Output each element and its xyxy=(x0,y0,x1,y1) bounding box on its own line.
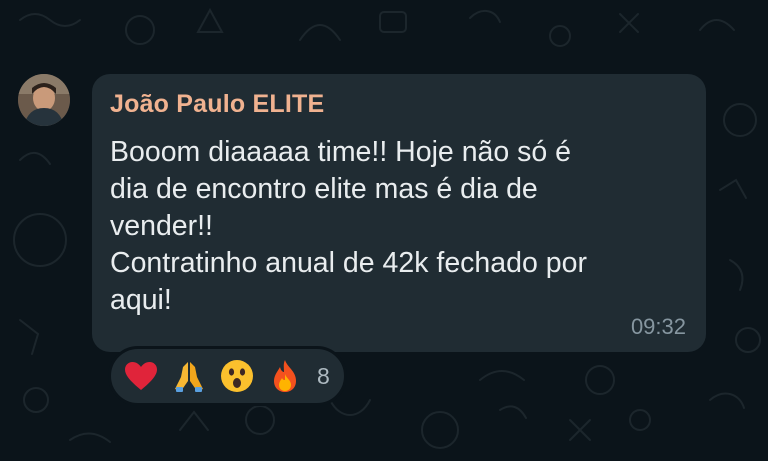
sender-name[interactable]: João Paulo ELITE xyxy=(110,88,686,120)
reaction-count: 8 xyxy=(317,362,330,389)
fire-icon xyxy=(267,358,303,394)
message-timestamp: 09:32 xyxy=(630,314,686,339)
message-bubble[interactable]: João Paulo ELITE Booom diaaaaa time!! Ho… xyxy=(92,74,706,352)
avatar-photo xyxy=(18,74,70,126)
message-text: Booom diaaaaa time!! Hoje não só é dia d… xyxy=(110,136,587,316)
surprised-face-icon xyxy=(219,358,255,394)
reactions-pill[interactable]: 8 xyxy=(108,346,347,406)
red-heart-icon xyxy=(123,358,159,394)
sender-avatar[interactable] xyxy=(18,74,70,126)
folded-hands-icon xyxy=(171,358,207,394)
